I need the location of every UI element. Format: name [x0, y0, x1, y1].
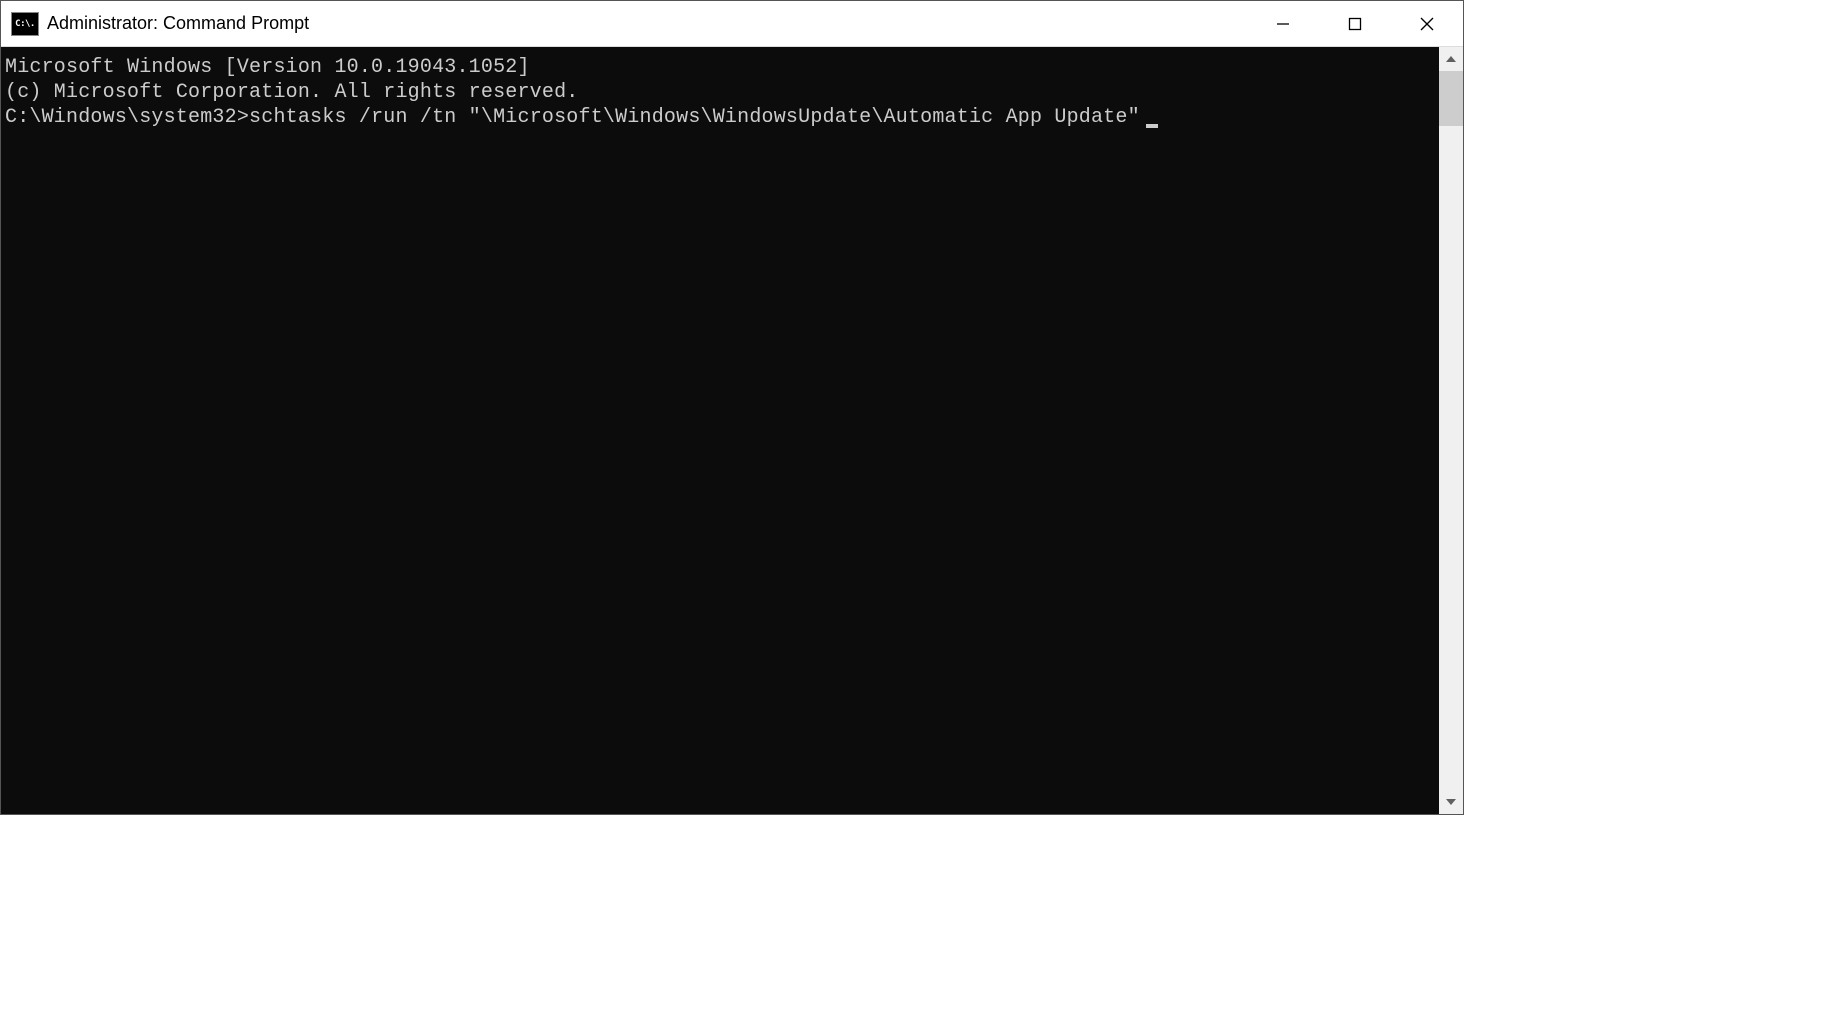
minimize-button[interactable]: [1247, 1, 1319, 46]
terminal-cursor: [1146, 124, 1158, 128]
cmd-icon-text: C:\.: [15, 19, 35, 29]
terminal-command: schtasks /run /tn "\Microsoft\Windows\Wi…: [249, 106, 1140, 129]
maximize-button[interactable]: [1319, 1, 1391, 46]
scroll-down-button[interactable]: [1439, 790, 1463, 814]
cmd-icon: C:\.: [11, 12, 39, 36]
terminal-prompt-line: C:\Windows\system32>schtasks /run /tn "\…: [5, 105, 1435, 130]
terminal-output[interactable]: Microsoft Windows [Version 10.0.19043.10…: [1, 47, 1439, 814]
close-button[interactable]: [1391, 1, 1463, 46]
terminal-line: Microsoft Windows [Version 10.0.19043.10…: [5, 55, 1435, 80]
minimize-icon: [1275, 16, 1291, 32]
close-icon: [1419, 16, 1435, 32]
vertical-scrollbar[interactable]: [1439, 47, 1463, 814]
maximize-icon: [1347, 16, 1363, 32]
terminal-prompt: C:\Windows\system32>: [5, 106, 249, 129]
scroll-up-button[interactable]: [1439, 47, 1463, 71]
scroll-thumb[interactable]: [1439, 71, 1463, 126]
window-controls: [1247, 1, 1463, 46]
terminal-line: (c) Microsoft Corporation. All rights re…: [5, 80, 1435, 105]
chevron-up-icon: [1446, 56, 1456, 62]
scroll-track[interactable]: [1439, 71, 1463, 790]
window-title: Administrator: Command Prompt: [47, 13, 1247, 34]
content-area: Microsoft Windows [Version 10.0.19043.10…: [1, 47, 1463, 814]
chevron-down-icon: [1446, 799, 1456, 805]
titlebar[interactable]: C:\. Administrator: Command Prompt: [1, 1, 1463, 47]
